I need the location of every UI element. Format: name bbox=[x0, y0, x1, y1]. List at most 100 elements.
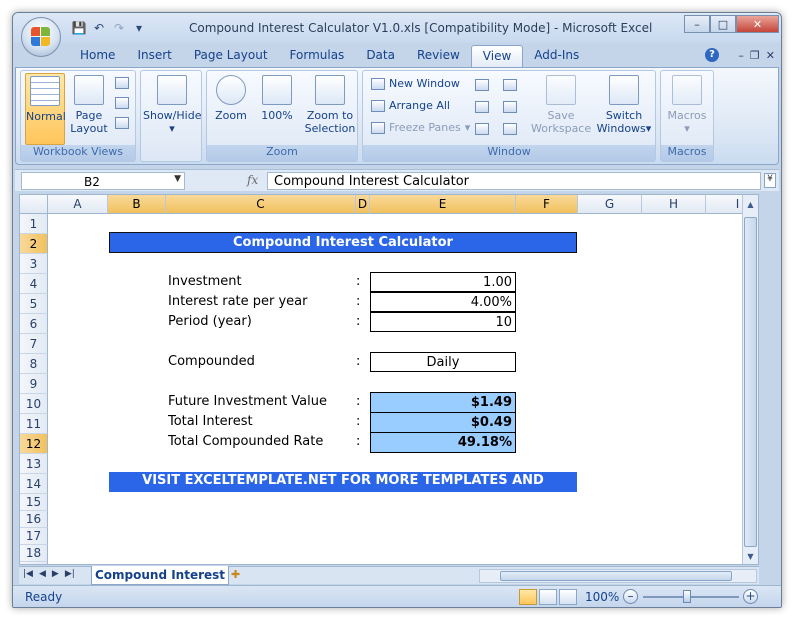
row-header-13[interactable]: 13 bbox=[20, 454, 48, 474]
zoom-slider-thumb[interactable] bbox=[683, 590, 691, 603]
column-header-d[interactable]: D bbox=[356, 195, 370, 214]
interest-rate-label[interactable]: Interest rate per year bbox=[168, 294, 308, 309]
column-header-f[interactable]: F bbox=[516, 195, 578, 214]
zoom-button[interactable]: Zoom bbox=[211, 73, 251, 122]
prev-sheet-icon[interactable]: ◀ bbox=[39, 569, 46, 579]
zoom-slider-track[interactable] bbox=[643, 596, 739, 598]
zoom-out-icon[interactable]: – bbox=[623, 589, 638, 604]
compounded-label[interactable]: Compounded bbox=[168, 354, 255, 369]
tab-home[interactable]: Home bbox=[69, 45, 126, 67]
period-field[interactable]: 10 bbox=[370, 312, 516, 332]
name-box-dropdown-icon[interactable]: ▼ bbox=[174, 174, 181, 184]
close-button[interactable]: ✕ bbox=[736, 15, 779, 33]
zoom-to-selection-button[interactable]: Zoom to Selection bbox=[303, 73, 357, 135]
custom-views-icon[interactable] bbox=[115, 97, 129, 109]
row-header-11[interactable]: 11 bbox=[20, 414, 48, 434]
freeze-panes-button[interactable]: Freeze Panes ▾ bbox=[371, 121, 470, 134]
tab-view[interactable]: View bbox=[470, 45, 524, 67]
interest-rate-field[interactable]: 4.00% bbox=[370, 292, 516, 312]
horizontal-scroll-thumb[interactable] bbox=[500, 571, 732, 581]
row-header-2[interactable]: 2 bbox=[20, 234, 48, 254]
tab-page-layout[interactable]: Page Layout bbox=[183, 45, 279, 67]
future-value-label[interactable]: Future Investment Value bbox=[168, 394, 327, 409]
page-break-status-icon[interactable] bbox=[559, 589, 577, 605]
row-header-14[interactable]: 14 bbox=[20, 474, 48, 494]
next-sheet-icon[interactable]: ▶ bbox=[52, 569, 59, 579]
zoom-in-icon[interactable]: + bbox=[743, 589, 758, 604]
office-button[interactable] bbox=[21, 17, 61, 57]
split-icon[interactable] bbox=[475, 79, 489, 91]
insert-sheet-icon[interactable]: ✚ bbox=[231, 568, 247, 582]
column-header-b[interactable]: B bbox=[108, 195, 166, 214]
page-layout-view-button[interactable]: Page Layout bbox=[69, 73, 109, 135]
expand-formula-bar-icon[interactable]: ¥ bbox=[764, 173, 776, 188]
workbook-minimize-icon[interactable]: – bbox=[738, 49, 744, 62]
tab-insert[interactable]: Insert bbox=[126, 45, 182, 67]
row-header-18[interactable]: 18 bbox=[20, 545, 48, 562]
investment-label[interactable]: Investment bbox=[168, 274, 242, 289]
column-header-g[interactable]: G bbox=[578, 195, 642, 214]
row-header-16[interactable]: 16 bbox=[20, 511, 48, 528]
switch-windows-button[interactable]: Switch Windows▾ bbox=[595, 73, 653, 135]
scroll-down-icon[interactable]: ▼ bbox=[743, 549, 758, 564]
row-header-8[interactable]: 8 bbox=[20, 354, 48, 374]
future-value-result[interactable]: $1.49 bbox=[370, 392, 516, 413]
column-header-c[interactable]: C bbox=[166, 195, 356, 214]
zoom-level[interactable]: 100% bbox=[585, 590, 619, 604]
tab-review[interactable]: Review bbox=[406, 45, 471, 67]
compounded-rate-result[interactable]: 49.18% bbox=[370, 432, 516, 453]
total-interest-label[interactable]: Total Interest bbox=[168, 414, 253, 429]
workbook-restore-icon[interactable]: ❐ bbox=[750, 49, 760, 62]
full-screen-icon[interactable] bbox=[115, 117, 129, 129]
row-header-5[interactable]: 5 bbox=[20, 294, 48, 314]
qat-customize-icon[interactable]: ▾ bbox=[131, 20, 147, 36]
sheet-tab-compound-interest[interactable]: Compound Interest bbox=[91, 566, 229, 585]
period-label[interactable]: Period (year) bbox=[168, 314, 252, 329]
row-header-4[interactable]: 4 bbox=[20, 274, 48, 294]
last-sheet-icon[interactable]: ▶| bbox=[65, 569, 75, 579]
column-header-a[interactable]: A bbox=[48, 195, 108, 214]
total-interest-result[interactable]: $0.49 bbox=[370, 412, 516, 433]
first-sheet-icon[interactable]: |◀ bbox=[23, 569, 33, 579]
row-header-12[interactable]: 12 bbox=[20, 434, 48, 454]
tab-add-ins[interactable]: Add-Ins bbox=[523, 45, 590, 67]
row-header-15[interactable]: 15 bbox=[20, 494, 48, 511]
row-header-10[interactable]: 10 bbox=[20, 394, 48, 414]
undo-icon[interactable]: ↶ bbox=[91, 20, 107, 36]
insert-function-icon[interactable]: fx bbox=[247, 173, 258, 187]
macros-button[interactable]: Macros ▾ bbox=[667, 73, 707, 135]
zoom-100-button[interactable]: 100% bbox=[257, 73, 297, 122]
hide-icon[interactable] bbox=[475, 101, 489, 113]
column-header-e[interactable]: E bbox=[370, 195, 516, 214]
page-break-preview-icon[interactable] bbox=[115, 77, 129, 89]
row-header-17[interactable]: 17 bbox=[20, 528, 48, 545]
investment-field[interactable]: 1.00 bbox=[370, 272, 516, 292]
save-workspace-button[interactable]: Save Workspace bbox=[531, 73, 591, 135]
row-header-9[interactable]: 9 bbox=[20, 374, 48, 394]
save-icon[interactable]: 💾 bbox=[71, 20, 87, 36]
redo-icon[interactable]: ↷ bbox=[111, 20, 127, 36]
show-hide-button[interactable]: Show/Hide ▾ bbox=[143, 73, 201, 135]
scroll-up-icon[interactable]: ▲ bbox=[743, 197, 758, 213]
page-layout-status-icon[interactable] bbox=[539, 589, 557, 605]
row-header-7[interactable]: 7 bbox=[20, 334, 48, 354]
workbook-close-icon[interactable]: ✕ bbox=[766, 49, 775, 62]
footer-link-banner[interactable]: VISIT EXCELTEMPLATE.NET FOR MORE TEMPLAT… bbox=[109, 472, 577, 506]
unhide-icon[interactable] bbox=[475, 123, 489, 135]
vertical-scrollbar[interactable]: ▲ ▼ bbox=[742, 195, 758, 564]
arrange-all-button[interactable]: Arrange All bbox=[371, 99, 450, 112]
formula-input[interactable]: Compound Interest Calculator bbox=[267, 172, 761, 190]
column-header-h[interactable]: H bbox=[642, 195, 706, 214]
normal-view-status-icon[interactable] bbox=[519, 589, 537, 605]
row-header-3[interactable]: 3 bbox=[20, 254, 48, 274]
normal-view-button[interactable]: Normal bbox=[25, 73, 66, 145]
name-box[interactable]: B2 ▼ bbox=[21, 172, 185, 190]
new-window-button[interactable]: New Window bbox=[371, 77, 460, 90]
vertical-scroll-thumb[interactable] bbox=[744, 217, 757, 547]
select-all-corner[interactable] bbox=[20, 195, 48, 214]
horizontal-scrollbar[interactable] bbox=[479, 569, 757, 583]
compounded-rate-label[interactable]: Total Compounded Rate bbox=[168, 434, 323, 449]
synchronous-scrolling-icon[interactable] bbox=[503, 101, 517, 113]
tab-formulas[interactable]: Formulas bbox=[279, 45, 356, 67]
row-header-1[interactable]: 1 bbox=[20, 214, 48, 234]
